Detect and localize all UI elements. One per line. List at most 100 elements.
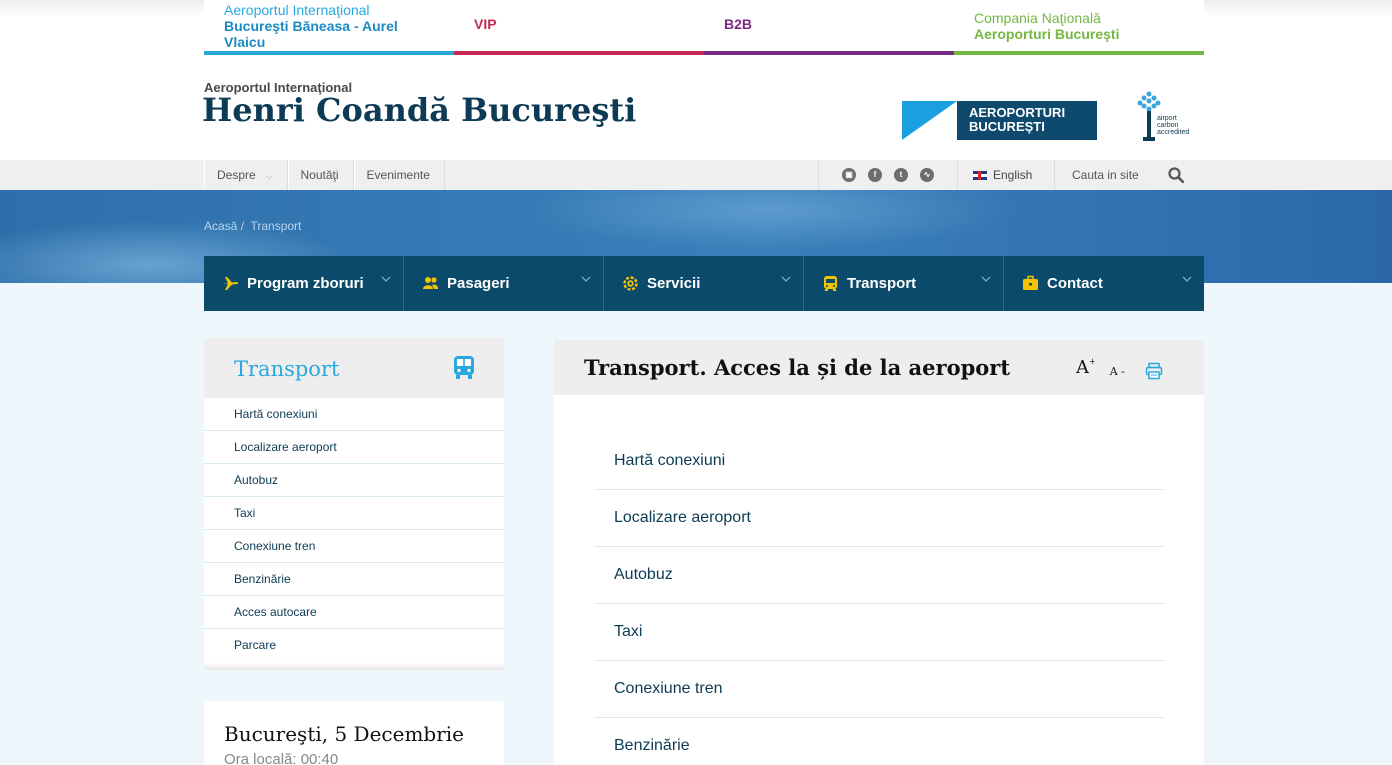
chevron-down-icon: [381, 276, 391, 282]
search-icon[interactable]: [1168, 167, 1184, 183]
top-bar: Aeroportul Internaţional Bucureşti Bănea…: [0, 0, 1392, 55]
banner-cloud: [520, 190, 1020, 250]
sidebar-title: Transport: [234, 357, 340, 381]
tab-baneasa-small: Aeroportul Internaţional: [224, 2, 370, 18]
sidebar-header: Transport: [204, 338, 504, 398]
nav-pasageri-label: Pasageri: [447, 275, 510, 292]
language-label: English: [993, 168, 1033, 182]
nav-contact[interactable]: Contact: [1004, 256, 1204, 311]
main-content: Transport. Acces la și de la aeroport A+…: [554, 340, 1204, 765]
nav-pasageri[interactable]: Pasageri: [404, 256, 604, 311]
tab-vip-label: VIP: [474, 16, 497, 32]
aeroporturi-logo[interactable]: AEROPORTURI BUCUREŞTI: [902, 101, 1097, 140]
sidebar-item-harta-conexiuni[interactable]: Hartă conexiuni: [204, 398, 504, 431]
chevron-down-icon: ⌵: [265, 171, 273, 181]
font-increase-label: A: [1076, 357, 1089, 378]
nav-program-zboruri[interactable]: Program zboruri: [204, 256, 404, 311]
menu-noutati-label: Noutăţi: [300, 168, 339, 182]
airport-tabs: Aeroportul Internaţional Bucureşti Bănea…: [204, 0, 1204, 55]
font-increase-button[interactable]: A+: [1076, 357, 1096, 378]
search-input[interactable]: [1056, 160, 1166, 190]
carbon-text-3: accredited: [1157, 129, 1190, 136]
tab-compania[interactable]: Compania Naţională Aeroporturi Bucureşti: [954, 0, 1204, 55]
date-widget: Bucureşti, 5 Decembrie Ora locală: 00:40: [204, 701, 504, 765]
sidebar-footer: [204, 662, 504, 670]
content-item-conexiune-tren[interactable]: Conexiune tren: [594, 661, 1164, 718]
tab-compania-small: Compania Naţională: [974, 10, 1101, 26]
nav-program-zboruri-label: Program zboruri: [247, 275, 364, 292]
tab-compania-name: Aeroporturi Bucureşti: [974, 26, 1120, 42]
nav-transport-label: Transport: [847, 275, 917, 292]
local-time: Ora locală: 00:40: [224, 751, 339, 765]
content-item-harta-conexiuni[interactable]: Hartă conexiuni: [594, 433, 1164, 490]
menu-despre[interactable]: Despre ⌵: [204, 160, 288, 190]
chevron-down-icon: [981, 276, 991, 282]
sidebar-item-autobuz[interactable]: Autobuz: [204, 464, 504, 497]
tab-baneasa[interactable]: Aeroportul Internaţional Bucureşti Bănea…: [204, 0, 454, 55]
sidebar-item-taxi[interactable]: Taxi: [204, 497, 504, 530]
content-item-autobuz[interactable]: Autobuz: [594, 547, 1164, 604]
menu-evenimente-label: Evenimente: [366, 168, 430, 182]
date-title: Bucureşti, 5 Decembrie: [224, 722, 465, 746]
breadcrumb: Acasă / Transport: [204, 219, 302, 233]
menu-despre-label: Despre: [217, 168, 256, 182]
breadcrumb-current: Transport: [250, 219, 302, 233]
nav-servicii[interactable]: Servicii: [604, 256, 804, 311]
bus-icon: [824, 276, 837, 291]
content-header: Transport. Acces la și de la aeroport A+…: [554, 340, 1204, 395]
content-tools: A+ A -: [1076, 357, 1163, 380]
menu-noutati[interactable]: Noutăţi: [287, 160, 354, 190]
carbon-text: airport carbon accredited: [1157, 115, 1189, 136]
carbon-text-2: carbon: [1157, 122, 1179, 129]
sidebar-item-conexiune-tren[interactable]: Conexiune tren: [204, 530, 504, 563]
tab-b2b-label: B2B: [724, 16, 753, 32]
rss-icon[interactable]: ∿: [920, 168, 934, 182]
site-title[interactable]: Henri Coandă Bucureşti: [202, 91, 636, 129]
tab-vip[interactable]: VIP: [454, 0, 704, 55]
site-header: Aeroportul Internaţional Henri Coandă Bu…: [0, 55, 1392, 160]
nav-transport[interactable]: Transport: [804, 256, 1004, 311]
sidebar: Transport Hartă conexiuni Localizare aer…: [204, 338, 504, 670]
menu-evenimente[interactable]: Evenimente: [353, 160, 445, 190]
sidebar-item-localizare-aeroport[interactable]: Localizare aeroport: [204, 431, 504, 464]
language-switch[interactable]: English: [959, 160, 1055, 190]
sidebar-item-parcare[interactable]: Parcare: [204, 629, 504, 662]
tab-b2b[interactable]: B2B: [704, 0, 954, 55]
breadcrumb-home[interactable]: Acasă: [204, 219, 237, 233]
font-decrease-label: A: [1109, 365, 1118, 378]
print-icon[interactable]: [1145, 362, 1163, 380]
facebook-icon[interactable]: f: [868, 168, 882, 182]
tab-baneasa-name: Bucureşti Băneasa - Aurel Vlaicu: [224, 18, 398, 50]
bus-icon: [454, 356, 474, 379]
nav-contact-label: Contact: [1047, 275, 1103, 292]
transport-links: Hartă conexiuni Localizare aeroport Auto…: [594, 433, 1164, 765]
site-search: [1056, 160, 1204, 190]
logo-text: AEROPORTURI BUCUREŞTI: [957, 101, 1065, 140]
chevron-down-icon: [581, 276, 591, 282]
logo-triangle-icon: [902, 101, 957, 140]
instagram-icon[interactable]: ▣: [842, 168, 856, 182]
main-nav: Program zboruri Pasageri Servicii Transp…: [204, 256, 1204, 311]
gear-icon: [623, 276, 638, 291]
uk-flag-icon: [973, 171, 987, 180]
page-title: Transport. Acces la și de la aeroport: [584, 355, 1011, 380]
sidebar-menu: Hartă conexiuni Localizare aeroport Auto…: [204, 398, 504, 662]
utility-menu: Despre ⌵ Noutăţi Evenimente: [204, 160, 445, 190]
chevron-down-icon: [1182, 276, 1192, 282]
content-item-taxi[interactable]: Taxi: [594, 604, 1164, 661]
font-decrease-button[interactable]: A -: [1110, 365, 1125, 378]
sidebar-item-acces-autocare[interactable]: Acces autocare: [204, 596, 504, 629]
people-icon: [423, 277, 438, 289]
sidebar-item-benzinarie[interactable]: Benzinărie: [204, 563, 504, 596]
social-links: ▣ f t ∿: [818, 160, 958, 190]
chevron-down-icon: [781, 276, 791, 282]
utility-bar: Despre ⌵ Noutăţi Evenimente ▣ f t ∿ Engli…: [0, 160, 1392, 190]
plane-icon: [224, 277, 239, 290]
logo-line-2: BUCUREŞTI: [969, 119, 1045, 134]
twitter-icon[interactable]: t: [894, 168, 908, 182]
nav-servicii-label: Servicii: [647, 275, 701, 292]
content-item-benzinarie[interactable]: Benzinărie: [594, 718, 1164, 765]
content-item-localizare-aeroport[interactable]: Localizare aeroport: [594, 490, 1164, 547]
logo-line-1: AEROPORTURI: [969, 105, 1066, 120]
carbon-accredited-badge: airport carbon accredited: [1132, 89, 1194, 145]
